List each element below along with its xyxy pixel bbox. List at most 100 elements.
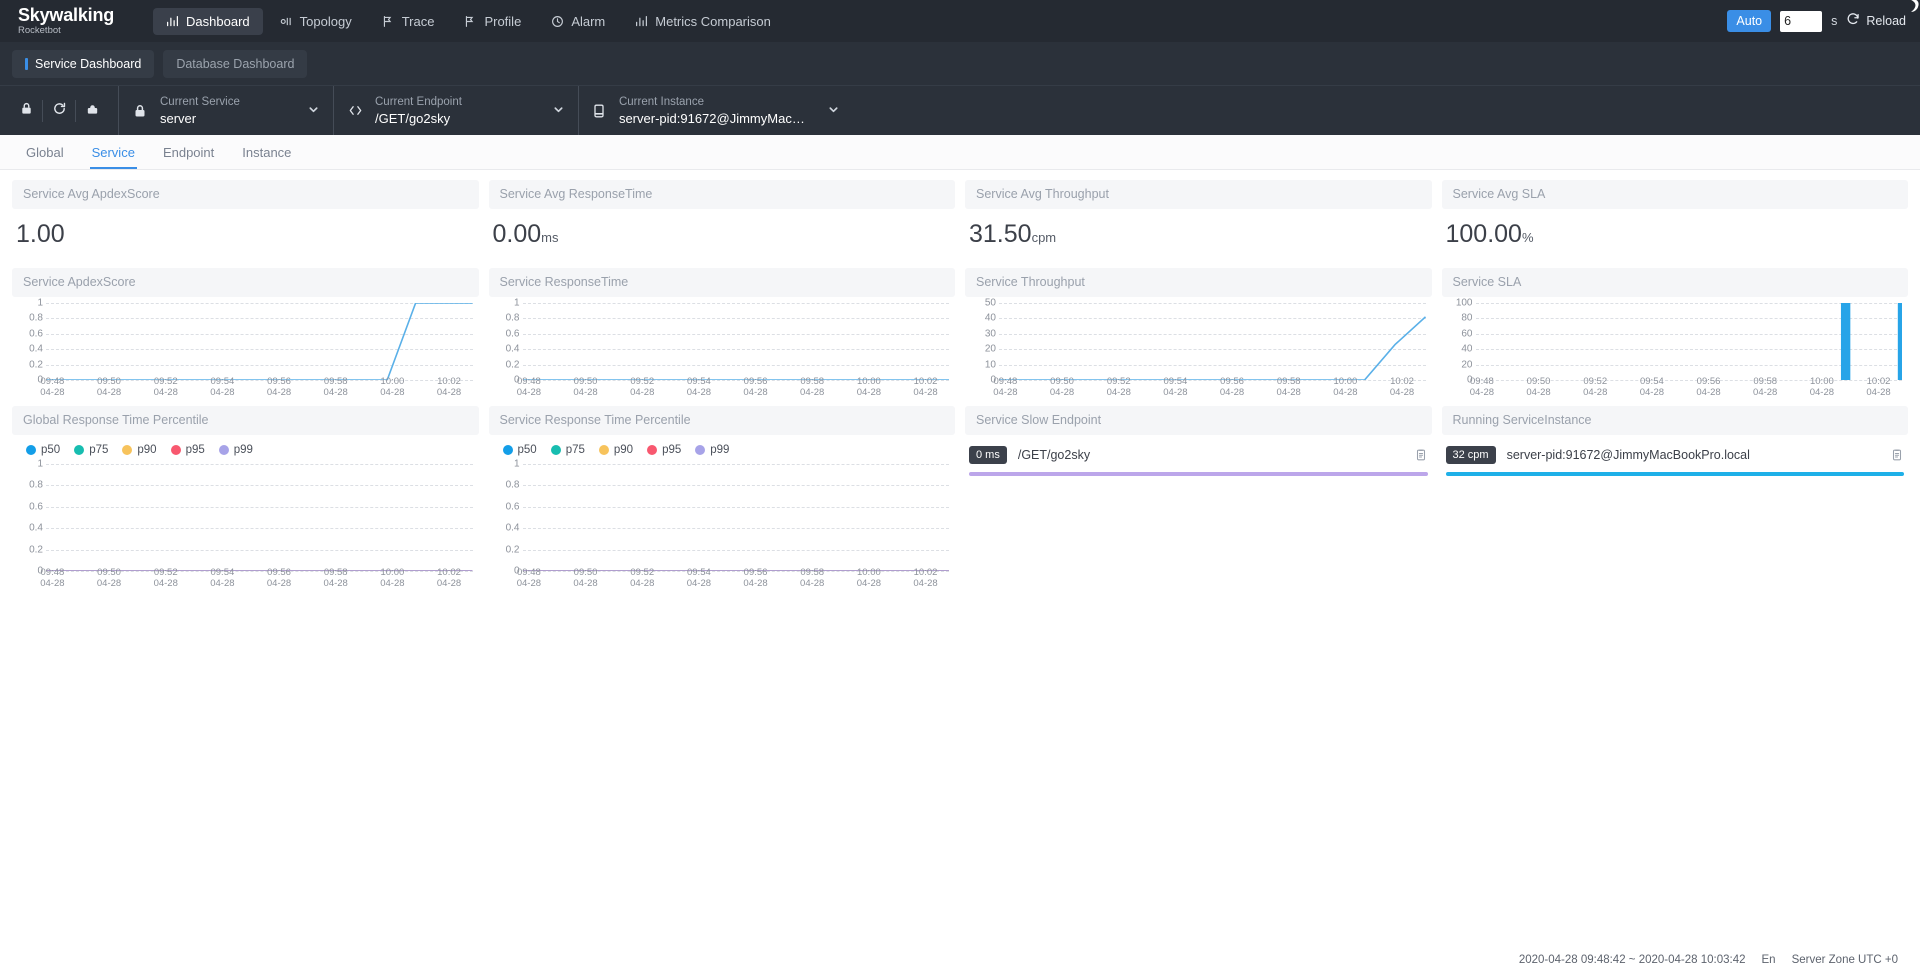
x-tick-date: 04-28 [1333,387,1357,398]
x-tick-date: 04-28 [154,578,178,589]
legend-color-swatch [26,445,36,455]
clipboard-icon[interactable] [1890,448,1904,462]
legend-item-p99[interactable]: p99 [695,444,729,456]
x-tick-date: 04-28 [800,578,824,589]
legend-item-p90[interactable]: p90 [122,444,156,456]
endpoint-progress-bar [969,472,1428,476]
current-endpoint-selector[interactable]: Current Endpoint /GET/go2sky [333,86,578,135]
selector-label: Current Instance [619,95,807,110]
list-item[interactable]: 0 ms /GET/go2sky [969,446,1428,464]
nav-label: Topology [300,14,352,29]
dashboard-tab-bar: Service Dashboard Database Dashboard [0,42,1920,85]
y-axis-tick-label: 1 [514,298,520,309]
nav-item-dashboard[interactable]: Dashboard [153,8,263,35]
tab-instance[interactable]: Instance [228,146,305,169]
x-axis-tick-label: 09:5404-28 [687,567,711,589]
tab-service[interactable]: Service [78,146,149,169]
nav-item-profile[interactable]: Profile [451,8,534,35]
nav-label: Trace [402,14,435,29]
x-tick-date: 04-28 [437,387,461,398]
nav-item-metrics-comparison[interactable]: Metrics Comparison [622,8,784,35]
x-tick-time: 09:50 [97,567,121,578]
panel-title: Service Avg ResponseTime [489,180,956,209]
x-axis-tick-label: 09:5004-28 [97,567,121,589]
tab-global[interactable]: Global [12,146,78,169]
chevron-down-icon[interactable] [543,102,564,120]
x-tick-date: 04-28 [40,578,64,589]
x-axis: 09:4804-2809:5004-2809:5204-2809:5404-28… [999,376,1426,398]
list-item[interactable]: 32 cpm server-pid:91672@JimmyMacBookPro.… [1446,446,1905,464]
endpoint-name: /GET/go2sky [1018,448,1403,462]
refresh-icon [1846,12,1860,31]
x-tick-date: 04-28 [1753,387,1777,398]
nav-item-alarm[interactable]: Alarm [538,8,618,35]
legend-label: p99 [710,444,729,456]
legend-item-p75[interactable]: p75 [74,444,108,456]
legend-item-p50[interactable]: p50 [26,444,60,456]
language-label[interactable]: En [1762,954,1776,966]
slow-endpoint-list: 0 ms /GET/go2sky [965,435,1432,476]
x-tick-date: 04-28 [97,578,121,589]
plot-area [46,464,473,571]
current-service-selector[interactable]: Current Service server [118,86,333,135]
top-navigation-bar: Skywalking Rocketbot Dashboard Topology [0,0,1920,42]
nav-label: Alarm [571,14,605,29]
x-tick-time: 09:50 [1526,376,1550,387]
x-axis-tick-label: 10:0204-28 [1866,376,1890,398]
clipboard-icon[interactable] [1414,448,1428,462]
y-axis-tick-label: 0.4 [506,523,520,534]
legend-item-p99[interactable]: p99 [219,444,253,456]
legend-item-p95[interactable]: p95 [647,444,681,456]
tab-endpoint[interactable]: Endpoint [149,146,228,169]
x-tick-time: 09:56 [1220,376,1244,387]
active-indicator-icon [25,58,28,70]
x-axis: 09:4804-2809:5004-2809:5204-2809:5404-28… [46,376,473,398]
legend-global-percentile: p50 p75 p90 p95 p99 [12,435,479,458]
x-axis: 09:4804-2809:5004-2809:5204-2809:5404-28… [1476,376,1903,398]
legend-label: p50 [518,444,537,456]
x-axis-tick-label: 09:5604-28 [267,376,291,398]
x-tick-date: 04-28 [97,387,121,398]
y-axis-tick-label: 0.8 [29,313,43,324]
y-axis-tick-label: 20 [985,344,996,355]
lock-button[interactable] [10,96,42,126]
x-tick-time: 09:48 [517,376,541,387]
chevron-down-icon[interactable] [818,102,839,120]
auto-refresh-button[interactable]: Auto [1727,10,1771,32]
legend-item-p50[interactable]: p50 [503,444,537,456]
metric-number: 100.00 [1446,220,1522,248]
x-axis-tick-label: 09:5004-28 [1526,376,1550,398]
plot-area [523,464,950,571]
bar [1897,303,1902,380]
x-tick-time: 09:54 [1640,376,1664,387]
x-axis-tick-label: 09:5404-28 [210,376,234,398]
metric-number: 1.00 [16,220,65,248]
x-tick-time: 09:52 [1583,376,1607,387]
nav-item-trace[interactable]: Trace [369,8,448,35]
reload-data-button[interactable] [43,96,75,126]
x-tick-time: 09:52 [630,567,654,578]
legend-item-p75[interactable]: p75 [551,444,585,456]
x-tick-time: 09:52 [630,376,654,387]
legend-item-p90[interactable]: p90 [599,444,633,456]
x-axis-tick-label: 09:5004-28 [573,567,597,589]
x-axis-tick-label: 10:0204-28 [913,376,937,398]
monitor-icon [591,103,608,119]
legend-item-p95[interactable]: p95 [171,444,205,456]
x-tick-time: 09:58 [324,376,348,387]
chevron-down-icon[interactable] [298,102,319,120]
refresh-interval-input[interactable] [1780,11,1822,32]
x-tick-date: 04-28 [210,387,234,398]
nav-item-topology[interactable]: Topology [267,8,365,35]
x-tick-date: 04-28 [154,387,178,398]
current-instance-selector[interactable]: Current Instance server-pid:91672@JimmyM… [578,86,853,135]
x-tick-date: 04-28 [857,578,881,589]
y-axis-tick-label: 0.4 [29,344,43,355]
x-tick-date: 04-28 [687,387,711,398]
tab-database-dashboard[interactable]: Database Dashboard [163,50,307,78]
save-button[interactable] [76,96,108,126]
selector-value: server-pid:91672@JimmyMacBo... [619,110,807,127]
x-tick-date: 04-28 [573,578,597,589]
tab-service-dashboard[interactable]: Service Dashboard [12,50,154,78]
reload-button[interactable]: Reload [1846,12,1906,31]
